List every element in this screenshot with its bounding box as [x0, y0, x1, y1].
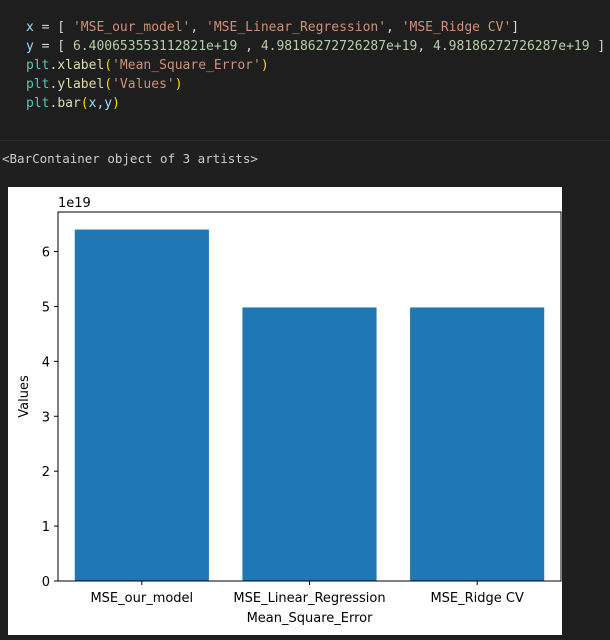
y-tick-label-2: 2 — [42, 465, 50, 480]
x-tick-label-0: MSE_our_model — [90, 591, 193, 606]
bar-2 — [410, 307, 545, 581]
bar-0 — [74, 229, 209, 582]
x-tick-label-1: MSE_Linear_Regression — [233, 591, 385, 606]
x-axis-label: Mean_Square_Error — [247, 611, 374, 626]
code-line-1: x = [ 'MSE_our_model', 'MSE_Linear_Regre… — [26, 20, 520, 35]
code-line-4: plt.ylabel('Values') — [26, 77, 183, 92]
y-tick-label-5: 5 — [42, 300, 50, 315]
bar-chart-figure: MSE_our_model MSE_Linear_Regression MSE_Ri… — [8, 187, 562, 635]
bar-1 — [242, 307, 377, 581]
y-axis-label: Values — [17, 375, 32, 418]
code-line-3: plt.xlabel('Mean_Square_Error') — [26, 58, 269, 73]
y-tick-label-0: 0 — [42, 575, 50, 590]
y-tick-label-4: 4 — [42, 355, 50, 370]
cell-output-text: <BarContainer object of 3 artists> — [2, 151, 258, 166]
x-tick-label-2: MSE_Ridge CV — [430, 591, 524, 606]
y-tick-label-6: 6 — [42, 246, 50, 261]
y-tick-label-1: 1 — [42, 520, 50, 535]
y-tick-label-3: 3 — [42, 410, 50, 425]
code-line-2: y = [ 6.400653553112821e+19 , 4.98186272… — [26, 39, 606, 54]
code-line-5: plt.bar(x,y) — [26, 96, 120, 111]
bar-chart: MSE_our_model MSE_Linear_Regression MSE_Ri… — [17, 196, 562, 626]
code-cell[interactable]: x = [ 'MSE_our_model', 'MSE_Linear_Regre… — [0, 0, 610, 141]
code-editor[interactable]: x = [ 'MSE_our_model', 'MSE_Linear_Regre… — [26, 18, 605, 113]
y-offset-label: 1e19 — [58, 196, 91, 211]
